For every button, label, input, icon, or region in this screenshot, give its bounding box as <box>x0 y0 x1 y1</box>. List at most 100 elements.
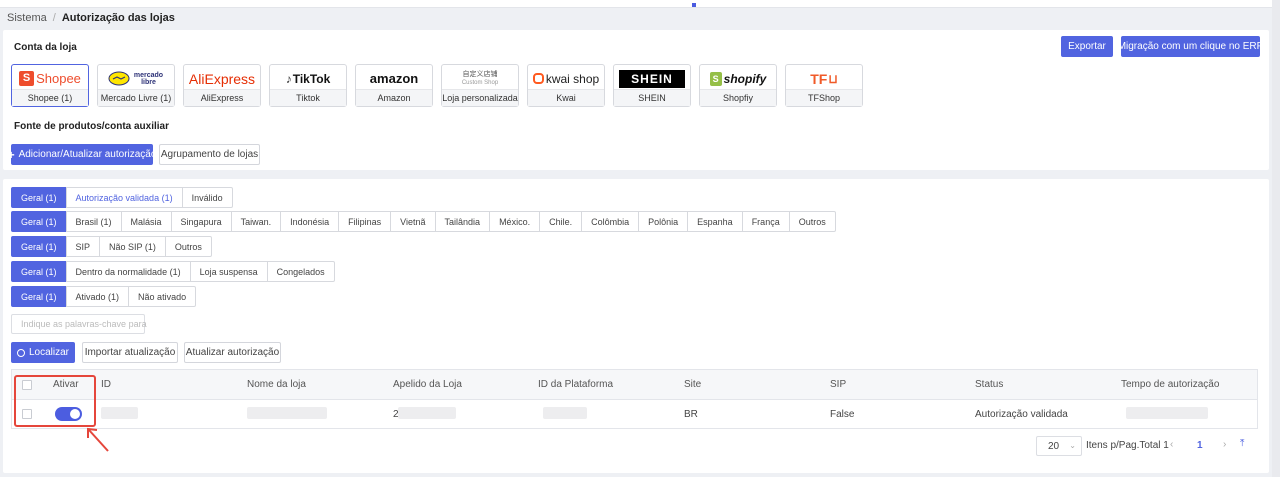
filter-not-activated[interactable]: Não ativado <box>128 286 197 307</box>
platform-shopify[interactable]: S shopify Shopfiy <box>699 64 777 107</box>
kwai-logo: kwai shop <box>528 68 604 89</box>
tfshop-logo-text: TF <box>810 70 828 87</box>
col-id: ID <box>101 379 111 390</box>
store-grouping-button[interactable]: Agrupamento de lojas <box>159 144 260 165</box>
filter-activated[interactable]: Ativado (1) <box>65 286 130 307</box>
site-value: BR <box>684 409 698 420</box>
filter-country-france[interactable]: França <box>741 211 790 232</box>
redacted-id <box>101 407 138 419</box>
col-store-alias: Apelido da Loja <box>393 379 462 390</box>
platform-shein[interactable]: SHEIN SHEIN <box>613 64 691 107</box>
filter-country-poland[interactable]: Polônia <box>638 211 689 232</box>
export-button[interactable]: Exportar <box>1061 36 1113 57</box>
tiktok-logo: ♪ TikTok <box>270 68 346 89</box>
kwai-bag-icon <box>532 73 544 84</box>
search-icon <box>16 348 25 357</box>
platform-tfshop[interactable]: TF ⊔ TFShop <box>785 64 863 107</box>
filter-active-all[interactable]: Geral (1) <box>11 286 67 307</box>
filter-sip-all[interactable]: Geral (1) <box>11 236 67 257</box>
breadcrumb-current: Autorização das lojas <box>61 12 175 24</box>
filter-country-thailand[interactable]: Tailândia <box>434 211 491 232</box>
platform-name: TFShop <box>786 89 862 106</box>
shopee-logo-text: Shopee <box>36 71 81 86</box>
back-to-top-icon[interactable]: ⤒ <box>1240 438 1244 449</box>
platform-name: Shopfiy <box>700 89 776 106</box>
chevron-down-icon: ⌄ <box>1069 441 1076 450</box>
erp-migration-button[interactable]: Migração com um clique no ERP <box>1118 36 1263 57</box>
custom-shop-logo: 自定义店铺 Custom Shop <box>442 68 518 89</box>
keyword-search-input[interactable]: Indique as palavras-chave para <box>11 314 147 334</box>
shopee-bag-icon: S <box>19 71 35 86</box>
filter-state-all[interactable]: Geral (1) <box>11 261 67 282</box>
filter-country-mexico[interactable]: México. <box>489 211 541 232</box>
active-indicator <box>692 3 696 7</box>
filter-country-indonesia[interactable]: Indonésia <box>280 211 340 232</box>
platform-custom-shop[interactable]: 自定义店铺 Custom Shop Loja personalizada <box>441 64 519 107</box>
shopee-logo: S Shopee <box>12 68 88 89</box>
platform-mercado-livre[interactable]: mercado libre Mercado Livre (1) <box>97 64 175 107</box>
filter-country-others[interactable]: Outros <box>788 211 836 232</box>
shop-account-title: Conta da loja <box>14 42 77 53</box>
platform-aliexpress[interactable]: AliExpress AliExpress <box>183 64 261 107</box>
annotation-arrow <box>87 427 109 452</box>
col-status: Status <box>975 379 1004 390</box>
breadcrumb-root[interactable]: Sistema <box>7 12 47 24</box>
shein-logo-text: SHEIN <box>619 69 685 88</box>
highlight-annotation <box>14 375 96 427</box>
shop-account-card: Conta da loja Exportar Migração com um c… <box>3 30 1269 170</box>
filter-country-taiwan[interactable]: Taiwan. <box>230 211 282 232</box>
filter-auth-all[interactable]: Geral (1) <box>11 187 67 208</box>
filter-auth-validated[interactable]: Autorização validada (1) <box>65 187 183 208</box>
authorization-list-card: Geral (1) Autorização validada (1) Invál… <box>3 179 1269 473</box>
platform-name: AliExpress <box>184 89 260 106</box>
filter-state-normal[interactable]: Dentro da normalidade (1) <box>65 261 191 282</box>
filter-sip-others[interactable]: Outros <box>164 236 212 257</box>
filter-sip[interactable]: SIP <box>65 236 101 257</box>
import-update-button[interactable]: Importar atualização <box>82 342 178 363</box>
tiktok-note-icon: ♪ <box>285 71 292 86</box>
aux-account-title: Fonte de produtos/conta auxiliar <box>14 121 170 132</box>
col-site: Site <box>684 379 702 390</box>
platform-name: Tiktok <box>270 89 346 106</box>
find-button[interactable]: Localizar <box>11 342 75 363</box>
filter-country-singapore[interactable]: Singapura <box>170 211 232 232</box>
col-store-name: Nome da loja <box>247 379 306 390</box>
platform-kwai[interactable]: kwai shop Kwai <box>527 64 605 107</box>
platform-name: SHEIN <box>614 89 690 106</box>
pagination-info: Itens p/Pag.Total 1 <box>1086 440 1169 451</box>
scrollbar[interactable] <box>1272 0 1280 477</box>
authorization-table: Ativar ID Nome da loja Apelido da Loja I… <box>11 369 1258 429</box>
filter-country-colombia[interactable]: Colômbia <box>581 211 640 232</box>
platform-shopee[interactable]: S Shopee Shopee (1) <box>11 64 89 107</box>
shopify-logo: S shopify <box>700 68 776 89</box>
filter-country-vietnam[interactable]: Vietnã <box>390 211 436 232</box>
page-size-select[interactable]: 20 ⌄ <box>1036 436 1082 456</box>
cart-icon: ⊔ <box>828 71 838 86</box>
mercado-libre-logo-text: mercado libre <box>133 71 164 86</box>
filter-country-philippines[interactable]: Filipinas <box>338 211 392 232</box>
prev-page-icon[interactable]: ‹ <box>1170 439 1173 450</box>
filter-country-spain[interactable]: Espanha <box>687 211 743 232</box>
update-authorization-button[interactable]: Atualizar autorização <box>184 342 281 363</box>
filter-country-malaysia[interactable]: Malásia <box>120 211 172 232</box>
redacted-store-name <box>247 407 327 419</box>
platform-amazon[interactable]: amazon Amazon <box>355 64 433 107</box>
filter-non-sip[interactable]: Não SIP (1) <box>99 236 166 257</box>
filter-state-suspended[interactable]: Loja suspensa <box>189 261 268 282</box>
platform-name: Kwai <box>528 89 604 106</box>
platform-name: Shopee (1) <box>12 89 88 106</box>
filter-country-chile[interactable]: Chile. <box>539 211 583 232</box>
filter-auth-invalid[interactable]: Inválido <box>181 187 233 208</box>
active-filter-group: Geral (1) Ativado (1) Não ativado <box>11 286 197 307</box>
col-platform-id: ID da Plataforma <box>538 379 614 390</box>
aliexpress-logo: AliExpress <box>188 70 256 87</box>
next-page-icon[interactable]: › <box>1223 439 1226 450</box>
shopify-logo-text: shopify <box>723 71 767 86</box>
filter-country-all[interactable]: Geral (1) <box>11 211 67 232</box>
current-page[interactable]: 1 <box>1197 440 1203 451</box>
kwai-logo-text: kwai shop <box>545 71 600 86</box>
filter-country-brazil[interactable]: Brasil (1) <box>65 211 122 232</box>
platform-tiktok[interactable]: ♪ TikTok Tiktok <box>269 64 347 107</box>
filter-state-frozen[interactable]: Congelados <box>266 261 335 282</box>
add-authorization-button[interactable]: + Adicionar/Atualizar autorização <box>8 144 156 165</box>
